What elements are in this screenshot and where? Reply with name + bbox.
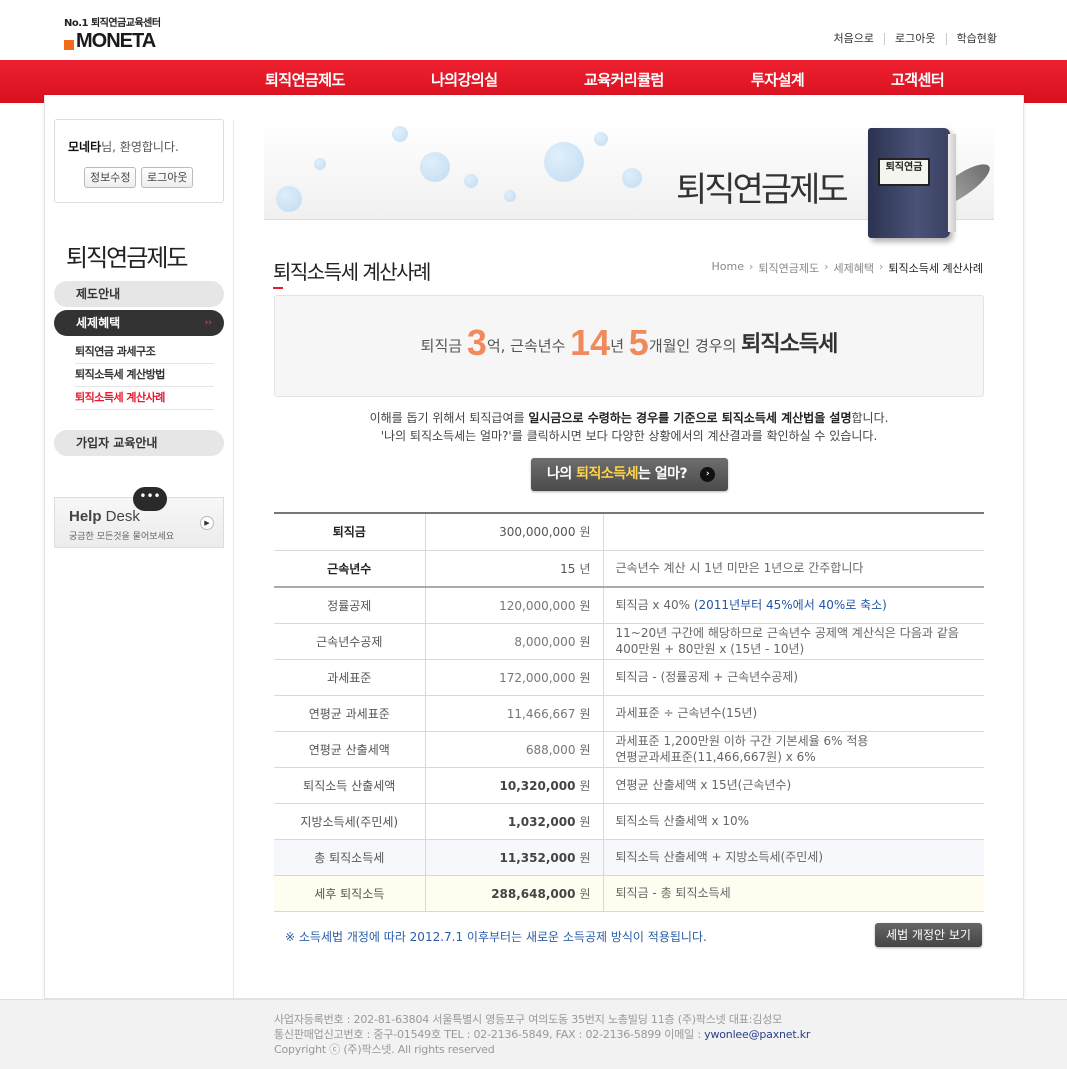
gnb-pension-system[interactable]: 퇴직연금제도 — [265, 69, 345, 90]
decor-bubble — [392, 126, 408, 142]
gnb-my-classroom[interactable]: 나의강의실 — [431, 69, 498, 90]
decor-bubble — [276, 186, 302, 212]
months-number: 5 — [628, 322, 649, 363]
table-row: 연평균 산출세액 688,000 원 과세표준 1,200만원 이하 구간 기본세… — [274, 731, 984, 768]
gnb-investment[interactable]: 투자설계 — [751, 69, 805, 90]
footer-copyright: Copyright ⓒ (주)팍스넷. All rights reserved — [274, 1043, 495, 1056]
chevron-right-icon: › — [824, 260, 829, 273]
utility-nav: 처음으로 로그아웃 학습현황 — [824, 33, 1007, 45]
welcome-suffix: 님, 환영합니다. — [101, 140, 179, 154]
chevron-right-icon: › — [879, 260, 884, 273]
case-summary-text: 퇴직금 3억, 근속년수 14년 5개월인 경우의 퇴직소득세 — [420, 322, 839, 363]
sidebar-item-member-edu[interactable]: 가입자 교육안내 — [54, 430, 224, 456]
summary-keyword: 퇴직소득세 — [741, 332, 838, 357]
description-line-1: 이해를 돕기 위해서 퇴직급여를 일시금으로 수령하는 경우를 기준으로 퇴직소… — [369, 411, 889, 425]
gnb-customer-center[interactable]: 고객센터 — [891, 69, 945, 90]
description-line-2: '나의 퇴직소득세는 얼마?'를 클릭하시면 보다 다양한 상황에서의 계산결과… — [380, 429, 878, 443]
footer-info: 사업자등록번호 : 202-81-63804 서울특별시 영등포구 여의도동 3… — [274, 1012, 810, 1057]
table-row: 퇴직소득 산출세액 10,320,000 원 연평균 산출세액 x 15년(근속년… — [274, 767, 984, 804]
help-desk-subtitle: 궁금한 모든것을 물어보세요 — [69, 532, 175, 542]
sidebar-subitem-tax-example[interactable]: 퇴직소득세 계산사례 — [75, 387, 214, 410]
case-summary-box: 퇴직금 3억, 근속년수 14년 5개월인 경우의 퇴직소득세 — [274, 295, 984, 397]
chevron-right-icon: › — [748, 260, 754, 273]
breadcrumb-current: 퇴직소득세 계산사례 — [888, 262, 983, 275]
table-row: 과세표준 172,000,000 원 퇴직금 - (정률공제 + 근속년수공제) — [274, 659, 984, 696]
sidebar-item-system[interactable]: 제도안내 — [54, 281, 224, 307]
page-title: 퇴직소득세 계산사례 — [273, 256, 431, 289]
breadcrumb-pension[interactable]: 퇴직연금제도 — [758, 260, 819, 276]
description: 이해를 돕기 위해서 퇴직급여를 일시금으로 수령하는 경우를 기준으로 퇴직소… — [274, 409, 984, 445]
decor-bubble — [504, 190, 516, 202]
view-tax-reform-button[interactable]: 세법 개정안 보기 — [875, 923, 982, 947]
sidebar-subitem-tax-method[interactable]: 퇴직소득세 계산방법 — [75, 364, 214, 387]
sidebar-item-tax[interactable]: 세제혜택 ›› — [54, 310, 224, 336]
footer-email-link[interactable]: ywonlee@paxnet.kr — [704, 1028, 810, 1041]
edit-info-button[interactable]: 정보수정 — [84, 167, 137, 188]
welcome-message: 모네타님, 환영합니다. — [68, 138, 179, 155]
chevron-right-icon: ›› — [204, 318, 212, 328]
decor-bubble — [622, 168, 642, 188]
help-desk-banner[interactable]: ••• Help Desk 궁금한 모든것을 물어보세요 ▶ — [54, 487, 224, 548]
footer-business-info: 사업자등록번호 : 202-81-63804 서울특별시 영등포구 여의도동 3… — [274, 1013, 782, 1026]
sidebar-section-title: 퇴직연금제도 — [66, 244, 188, 272]
tax-law-notice: ※ 소득세법 개정에 따라 2012.7.1 이후부터는 새로운 소득공제 방식… — [285, 930, 707, 944]
breadcrumb-tax[interactable]: 세제혜택 — [834, 260, 874, 276]
amount-number: 3 — [466, 322, 487, 363]
decor-bubble — [464, 174, 478, 188]
util-home-link[interactable]: 처음으로 — [824, 33, 884, 45]
help-desk-title: Help Desk — [69, 508, 140, 525]
my-tax-calculator-button[interactable]: 나의 퇴직소득세는 얼마? › — [531, 458, 728, 491]
title-accent-bar — [273, 287, 283, 289]
table-row: 연평균 과세표준 11,466,667 원 과세표준 ÷ 근속년수(15년) — [274, 695, 984, 732]
sidebar-divider — [233, 120, 234, 1000]
table-row: 근속년수 15 년 근속년수 계산 시 1년 미만은 1년으로 간주합니다 — [274, 550, 984, 588]
years-number: 14 — [570, 322, 611, 363]
util-status-link[interactable]: 학습현황 — [945, 33, 1007, 45]
decor-bubble — [420, 152, 450, 182]
breadcrumb: Home › 퇴직연금제도 › 세제혜택 › 퇴직소득세 계산사례 — [707, 260, 984, 276]
table-row: 퇴직금 300,000,000 원 — [274, 513, 984, 551]
decor-bubble — [544, 142, 584, 182]
sidebar-logout-button[interactable]: 로그아웃 — [141, 167, 194, 188]
welcome-user-name: 모네타 — [68, 140, 102, 154]
table-row: 총 퇴직소득세 11,352,000 원 퇴직소득 산출세액 + 지방소득세(주민… — [274, 839, 984, 876]
moneta-logo[interactable]: No.1 퇴직연금교육센터 MONETA — [64, 14, 161, 53]
footer: 사업자등록번호 : 202-81-63804 서울특별시 영등포구 여의도동 3… — [0, 999, 1067, 1069]
decor-bubble — [314, 158, 326, 170]
table-row: 정률공제 120,000,000 원 퇴직금 x 40% (2011년부터 45%… — [274, 587, 984, 624]
decor-bubble — [594, 132, 608, 146]
util-logout-link[interactable]: 로그아웃 — [884, 33, 945, 45]
table-row: 세후 퇴직소득 288,648,000 원 퇴직금 - 총 퇴직소득세 — [274, 875, 984, 912]
table-row: 지방소득세(주민세) 1,032,000 원 퇴직소득 산출세액 x 10% — [274, 803, 984, 840]
tax-calculation-table: 퇴직금 300,000,000 원 근속년수 15 년 근속년수 계산 시 1년 미… — [274, 512, 984, 912]
logo-tagline: No.1 퇴직연금교육센터 — [64, 18, 161, 29]
arrow-right-icon: › — [700, 467, 715, 482]
book-icon: 퇴직연금 — [868, 128, 956, 238]
book-label: 퇴직연금 — [878, 158, 930, 186]
sidebar-item-tax-label: 세제혜택 — [76, 316, 121, 330]
sidebar-subitem-tax-structure[interactable]: 퇴직연금 과세구조 — [75, 341, 214, 364]
logo-square-icon — [64, 39, 74, 50]
play-arrow-icon: ▶ — [200, 516, 214, 530]
footer-contact-info: 통신판매업신고번호 : 중구-01549호 TEL : 02-2136-5849… — [274, 1028, 811, 1041]
breadcrumb-home[interactable]: Home — [712, 260, 744, 276]
banner-title: 퇴직연금제도 — [676, 170, 849, 210]
table-row: 근속년수공제 8,000,000 원 11~20년 구간에 해당하므로 근속년수 … — [274, 623, 984, 660]
welcome-box: 모네타님, 환영합니다. 정보수정 로그아웃 — [54, 119, 224, 203]
header: No.1 퇴직연금교육센터 MONETA 처음으로 로그아웃 학습현황 — [0, 0, 1067, 60]
gnb-curriculum[interactable]: 교육커리큘럼 — [584, 69, 664, 90]
logo-name: MONETA — [76, 30, 156, 52]
